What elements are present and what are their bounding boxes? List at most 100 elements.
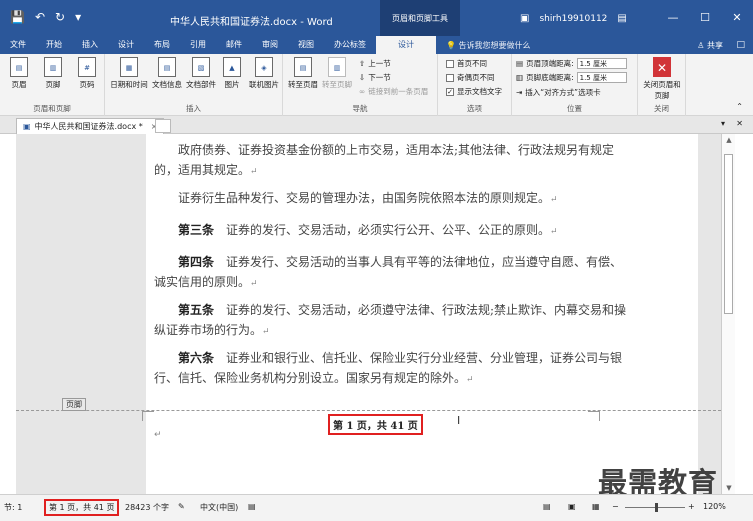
tab-home[interactable]: 开始 <box>36 36 72 54</box>
status-page-count[interactable]: 第 1 页，共 41 页 <box>44 499 120 516</box>
proofing-icon[interactable]: ✎ <box>178 502 185 511</box>
group-label-header-footer: 页眉和页脚 <box>33 104 71 113</box>
first-page-different-option[interactable]: 首页不同 <box>446 58 487 69</box>
online-picture-button[interactable]: ◈ 联机图片 <box>247 57 281 90</box>
share-button[interactable]: ♙ 共享 <box>697 40 723 51</box>
document-page[interactable]: 政府债券、证券投资基金份额的上市交易，适用本法;其他法律、行政法规另有规定的，适… <box>146 134 698 494</box>
next-section-button[interactable]: ⇩ 下一节 <box>359 72 391 83</box>
window-controls: — ☐ ✕ <box>657 0 753 36</box>
redo-icon[interactable]: ↻ <box>55 10 65 24</box>
ribbon-tabs: 文件 开始 插入 设计 布局 引用 邮件 审阅 视图 办公标签 设计 💡 告诉我… <box>0 36 753 54</box>
tab-list-dropdown-icon[interactable]: ▾ <box>721 119 725 128</box>
doc-info-button[interactable]: ▤ 文档信息 <box>151 57 183 90</box>
print-layout-icon[interactable]: ▣ <box>568 502 576 511</box>
paragraph[interactable]: 第四条 证券发行、交易活动的当事人具有平等的法律地位，应当遵守自愿、有偿、诚实信… <box>154 252 628 294</box>
show-document-text-option[interactable]: ✓ 显示文档文字 <box>446 86 502 97</box>
tab-office-tab[interactable]: 办公标签 <box>324 36 376 54</box>
zoom-slider-knob[interactable] <box>655 503 658 512</box>
header-icon: ▤ <box>10 57 28 77</box>
tab-insert[interactable]: 插入 <box>72 36 108 54</box>
minimize-button[interactable]: — <box>657 0 689 36</box>
ribbon-display-options-icon[interactable]: ▣ <box>520 13 529 24</box>
show-document-text-checkbox[interactable]: ✓ <box>446 87 454 96</box>
odd-even-different-checkbox[interactable] <box>446 73 454 82</box>
calendar-icon: ▦ <box>120 57 138 77</box>
comment-icon[interactable]: □ <box>736 40 745 50</box>
paragraph[interactable]: 第五条 证券的发行、交易活动，必须遵守法律、行政法规;禁止欺诈、内幕交易和操纵证… <box>154 300 628 342</box>
tab-header-footer-design[interactable]: 设计 <box>376 36 436 54</box>
title-bar: 💾 ↶ ↻ ▾ 中华人民共和国证券法.docx - Word 页眉和页脚工具 ▣… <box>0 0 753 36</box>
close-window-button[interactable]: ✕ <box>721 0 753 36</box>
quick-access-toolbar: 💾 ↶ ↻ ▾ <box>10 10 81 24</box>
zoom-slider[interactable] <box>625 503 685 512</box>
restore-button[interactable]: ☐ <box>689 0 721 36</box>
tell-me-text[interactable]: 告诉我您想要做什么 <box>459 41 531 50</box>
paragraph[interactable]: 第六条 证券业和银行业、信托业、保险业实行分业经营、分业管理，证券公司与银行、信… <box>154 348 628 390</box>
tab-design[interactable]: 设计 <box>108 36 144 54</box>
close-header-footer-label: 关闭页眉和页脚 <box>643 80 681 100</box>
vertical-scrollbar[interactable]: ▲ ▼ <box>721 134 735 494</box>
date-time-label: 日期和时间 <box>110 80 148 89</box>
tab-view[interactable]: 视图 <box>288 36 324 54</box>
article-number: 第三条 <box>154 223 215 237</box>
odd-even-different-option[interactable]: 奇偶页不同 <box>446 72 495 83</box>
footer-bottom-label: 页脚底端距离: <box>526 73 574 82</box>
zoom-level[interactable]: 120% <box>703 502 726 511</box>
picture-button[interactable]: ▲ 图片 <box>219 57 245 90</box>
user-name[interactable]: shirh19910112 <box>539 14 607 24</box>
save-icon[interactable]: 💾 <box>10 10 25 24</box>
footer-bottom-spinner[interactable]: 1.5 厘米 <box>576 72 627 83</box>
user-area[interactable]: ▣ shirh19910112 ▤ <box>520 13 627 24</box>
link-to-previous-button[interactable]: ∞ 链接到前一条页眉 <box>359 86 428 97</box>
status-language[interactable]: 中文(中国) <box>200 502 238 513</box>
goto-footer-button[interactable]: ▥ 转至页脚 <box>321 57 353 90</box>
scroll-up-arrow-icon[interactable]: ▲ <box>722 134 736 146</box>
odd-even-different-label: 奇偶页不同 <box>457 73 495 82</box>
share-label[interactable]: 共享 <box>707 41 723 50</box>
scrollbar-thumb[interactable] <box>724 154 733 314</box>
page-number-button[interactable]: # 页码 <box>74 57 100 90</box>
goto-header-button[interactable]: ▤ 转至页眉 <box>287 57 319 90</box>
previous-section-button[interactable]: ⇧ 上一节 <box>359 58 391 69</box>
tab-layout[interactable]: 布局 <box>144 36 180 54</box>
collapse-ribbon-icon[interactable]: ⌃ <box>736 102 743 111</box>
zoom-in-icon[interactable]: + <box>688 502 695 511</box>
online-picture-icon: ◈ <box>255 57 273 77</box>
status-word-count[interactable]: 28423 个字 <box>125 502 169 513</box>
tab-references[interactable]: 引用 <box>180 36 216 54</box>
paragraph[interactable]: 第三条 证券的发行、交易活动，必须实行公开、公平、公正的原则。↵ <box>154 220 628 242</box>
link-icon: ∞ <box>359 87 366 96</box>
scroll-down-arrow-icon[interactable]: ▼ <box>722 482 736 494</box>
macro-icon[interactable]: ▤ <box>248 502 256 511</box>
undo-icon[interactable]: ↶ <box>35 10 45 24</box>
read-mode-icon[interactable]: ▤ <box>543 502 551 511</box>
tab-file[interactable]: 文件 <box>0 36 36 54</box>
paragraph[interactable]: 证券衍生品种发行、交易的管理办法，由国务院依照本法的原则规定。↵ <box>154 188 628 210</box>
tell-me-search[interactable]: 💡 告诉我您想要做什么 <box>446 40 531 51</box>
paragraph[interactable]: 政府债券、证券投资基金份额的上市交易，适用本法;其他法律、行政法规另有规定的，适… <box>154 140 628 182</box>
zoom-out-icon[interactable]: − <box>612 502 619 511</box>
footer-page-number-field[interactable]: 第 1 页，共 41 页 <box>328 414 423 435</box>
footer-position-icon: ▥ <box>516 73 524 82</box>
insert-alignment-tab-button[interactable]: ⇥ 插入“对齐方式”选项卡 <box>516 87 601 98</box>
quick-parts-button[interactable]: ▧ 文档部件 <box>185 57 217 90</box>
account-icon[interactable]: ▤ <box>617 13 626 24</box>
goto-footer-icon: ▥ <box>328 57 346 77</box>
tab-mailings[interactable]: 邮件 <box>216 36 252 54</box>
web-layout-icon[interactable]: ▦ <box>592 502 600 511</box>
customize-qat-icon[interactable]: ▾ <box>75 10 81 24</box>
close-header-footer-button[interactable]: ✕ 关闭页眉和页脚 <box>640 57 684 101</box>
close-all-tabs-icon[interactable]: ✕ <box>736 119 743 128</box>
document-area: 政府债券、证券投资基金份额的上市交易，适用本法;其他法律、行政法规另有规定的，适… <box>16 134 721 494</box>
header-button[interactable]: ▤ 页眉 <box>6 57 32 90</box>
footer-button[interactable]: ▥ 页脚 <box>40 57 66 90</box>
header-top-spinner[interactable]: 1.5 厘米 <box>576 58 627 69</box>
new-tab-button[interactable] <box>155 119 171 133</box>
status-section[interactable]: 节: 1 <box>4 502 22 513</box>
tab-review[interactable]: 审阅 <box>252 36 288 54</box>
document-tab[interactable]: ▣ 中华人民共和国证券法.docx * × <box>16 118 165 134</box>
show-document-text-label: 显示文档文字 <box>457 87 502 96</box>
first-page-different-checkbox[interactable] <box>446 59 454 68</box>
paragraph-mark: ↵ <box>262 327 270 337</box>
date-time-button[interactable]: ▦ 日期和时间 <box>107 57 151 90</box>
